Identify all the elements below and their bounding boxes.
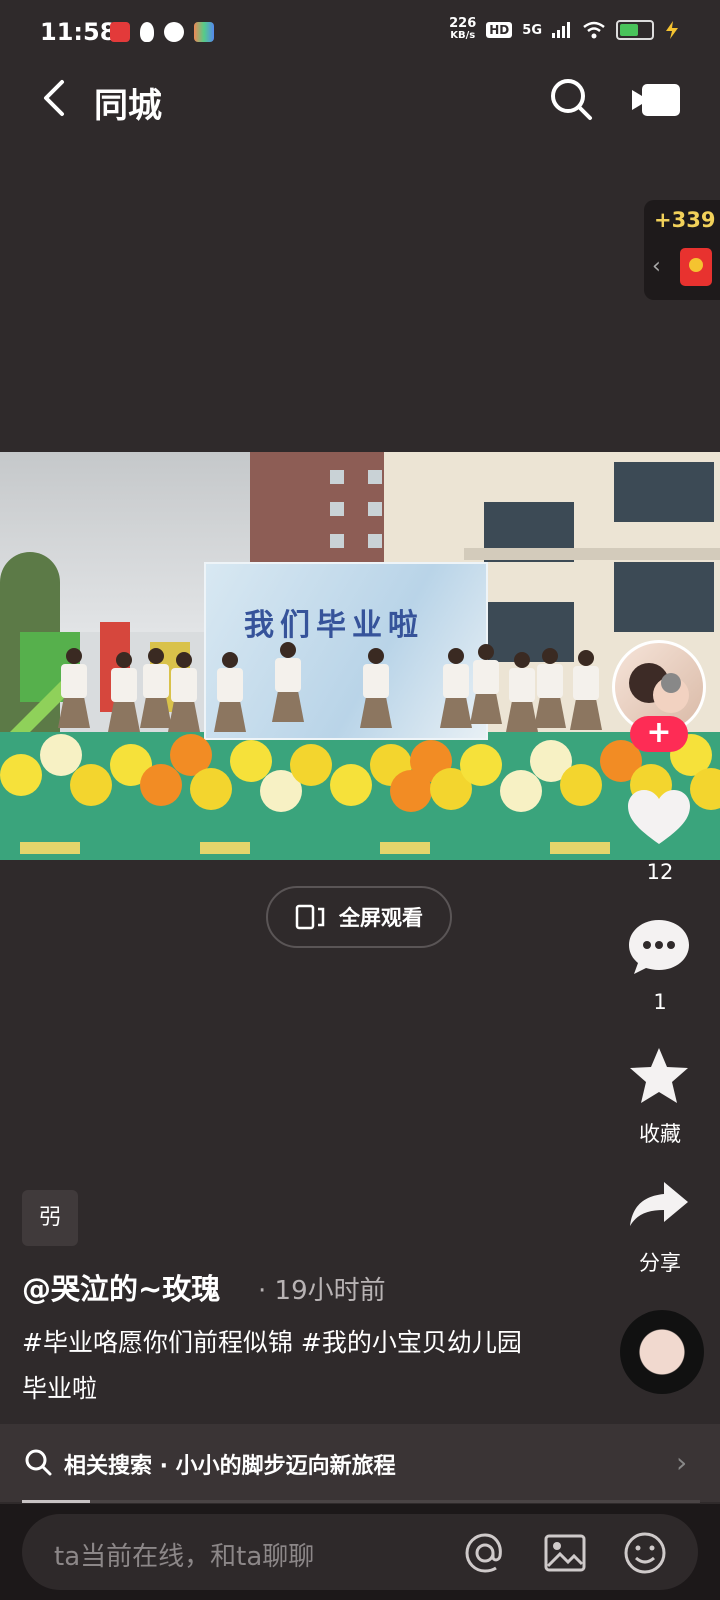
status-right: 226 KB/s HD 5G <box>449 16 680 42</box>
fullscreen-label: 全屏观看 <box>339 906 423 930</box>
comment-placeholder[interactable]: ta当前在线，和ta聊聊 <box>54 1536 314 1573</box>
camera-icon[interactable] <box>632 82 682 118</box>
favorite-label: 收藏 <box>639 1122 681 1146</box>
video-progress-fill <box>22 1500 90 1503</box>
share-icon[interactable] <box>628 1180 690 1230</box>
page-title: 同城 <box>94 86 162 126</box>
emoji-icon[interactable] <box>622 1530 668 1576</box>
reward-chevron[interactable]: ‹ <box>652 254 661 279</box>
at-icon[interactable] <box>462 1530 508 1576</box>
heart-icon[interactable] <box>628 790 690 846</box>
tag-chip[interactable]: 弜 <box>22 1190 78 1246</box>
video-banner-text: 我们毕业啦 <box>244 608 424 643</box>
net-speed-value: 226 <box>449 16 477 31</box>
wifi-icon <box>583 21 605 39</box>
fullscreen-button[interactable]: 全屏观看 <box>266 886 452 948</box>
back-arrow-icon[interactable] <box>36 76 76 120</box>
chevron-right-icon[interactable]: › <box>676 1446 687 1479</box>
video-child <box>534 648 566 748</box>
app-notification-icon <box>110 22 130 42</box>
status-time: 11:58 <box>40 18 117 46</box>
search-icon <box>25 1449 52 1476</box>
related-search-label[interactable]: 相关搜索 · 小小的脚步迈向新旅程 <box>64 1448 396 1480</box>
image-icon[interactable] <box>542 1530 588 1576</box>
reward-count: +339 <box>654 208 716 232</box>
music-disc[interactable] <box>620 1310 704 1394</box>
battery-icon <box>616 20 654 40</box>
net-speed-unit: KB/s <box>450 30 476 41</box>
star-icon[interactable] <box>628 1046 690 1106</box>
video-child <box>470 644 502 744</box>
fullscreen-icon <box>295 904 325 930</box>
video-progress-track[interactable] <box>22 1500 700 1503</box>
comment-count: 1 <box>653 990 667 1014</box>
post-time: · 19小时前 <box>258 1276 386 1306</box>
like-count: 12 <box>646 860 674 884</box>
flower-icon <box>164 22 184 42</box>
charging-icon <box>666 21 678 39</box>
author-name[interactable]: @哭泣的~玫瑰 <box>22 1266 220 1308</box>
shield-icon <box>140 22 154 42</box>
video-balloons <box>0 734 720 814</box>
search-icon[interactable] <box>548 76 594 122</box>
net-speed: 226 KB/s <box>449 16 477 42</box>
post-caption[interactable]: #毕业咯愿你们前程似锦 #我的小宝贝幼儿园毕业啦 <box>22 1320 522 1412</box>
video-child <box>272 642 304 742</box>
share-label: 分享 <box>639 1251 681 1275</box>
status-notification-icons <box>110 22 214 42</box>
signal-icon <box>552 22 570 38</box>
video-child <box>58 648 90 748</box>
hd-badge: HD <box>486 22 513 38</box>
comment-icon[interactable] <box>628 918 690 976</box>
follow-button[interactable]: + <box>630 716 688 752</box>
video-child <box>360 648 392 748</box>
network-type: 5G <box>522 22 542 38</box>
video-player[interactable]: 我们毕业啦 <box>0 452 720 860</box>
grid-app-icon <box>194 22 214 42</box>
video-child <box>440 648 472 748</box>
red-envelope-icon[interactable] <box>680 248 712 286</box>
